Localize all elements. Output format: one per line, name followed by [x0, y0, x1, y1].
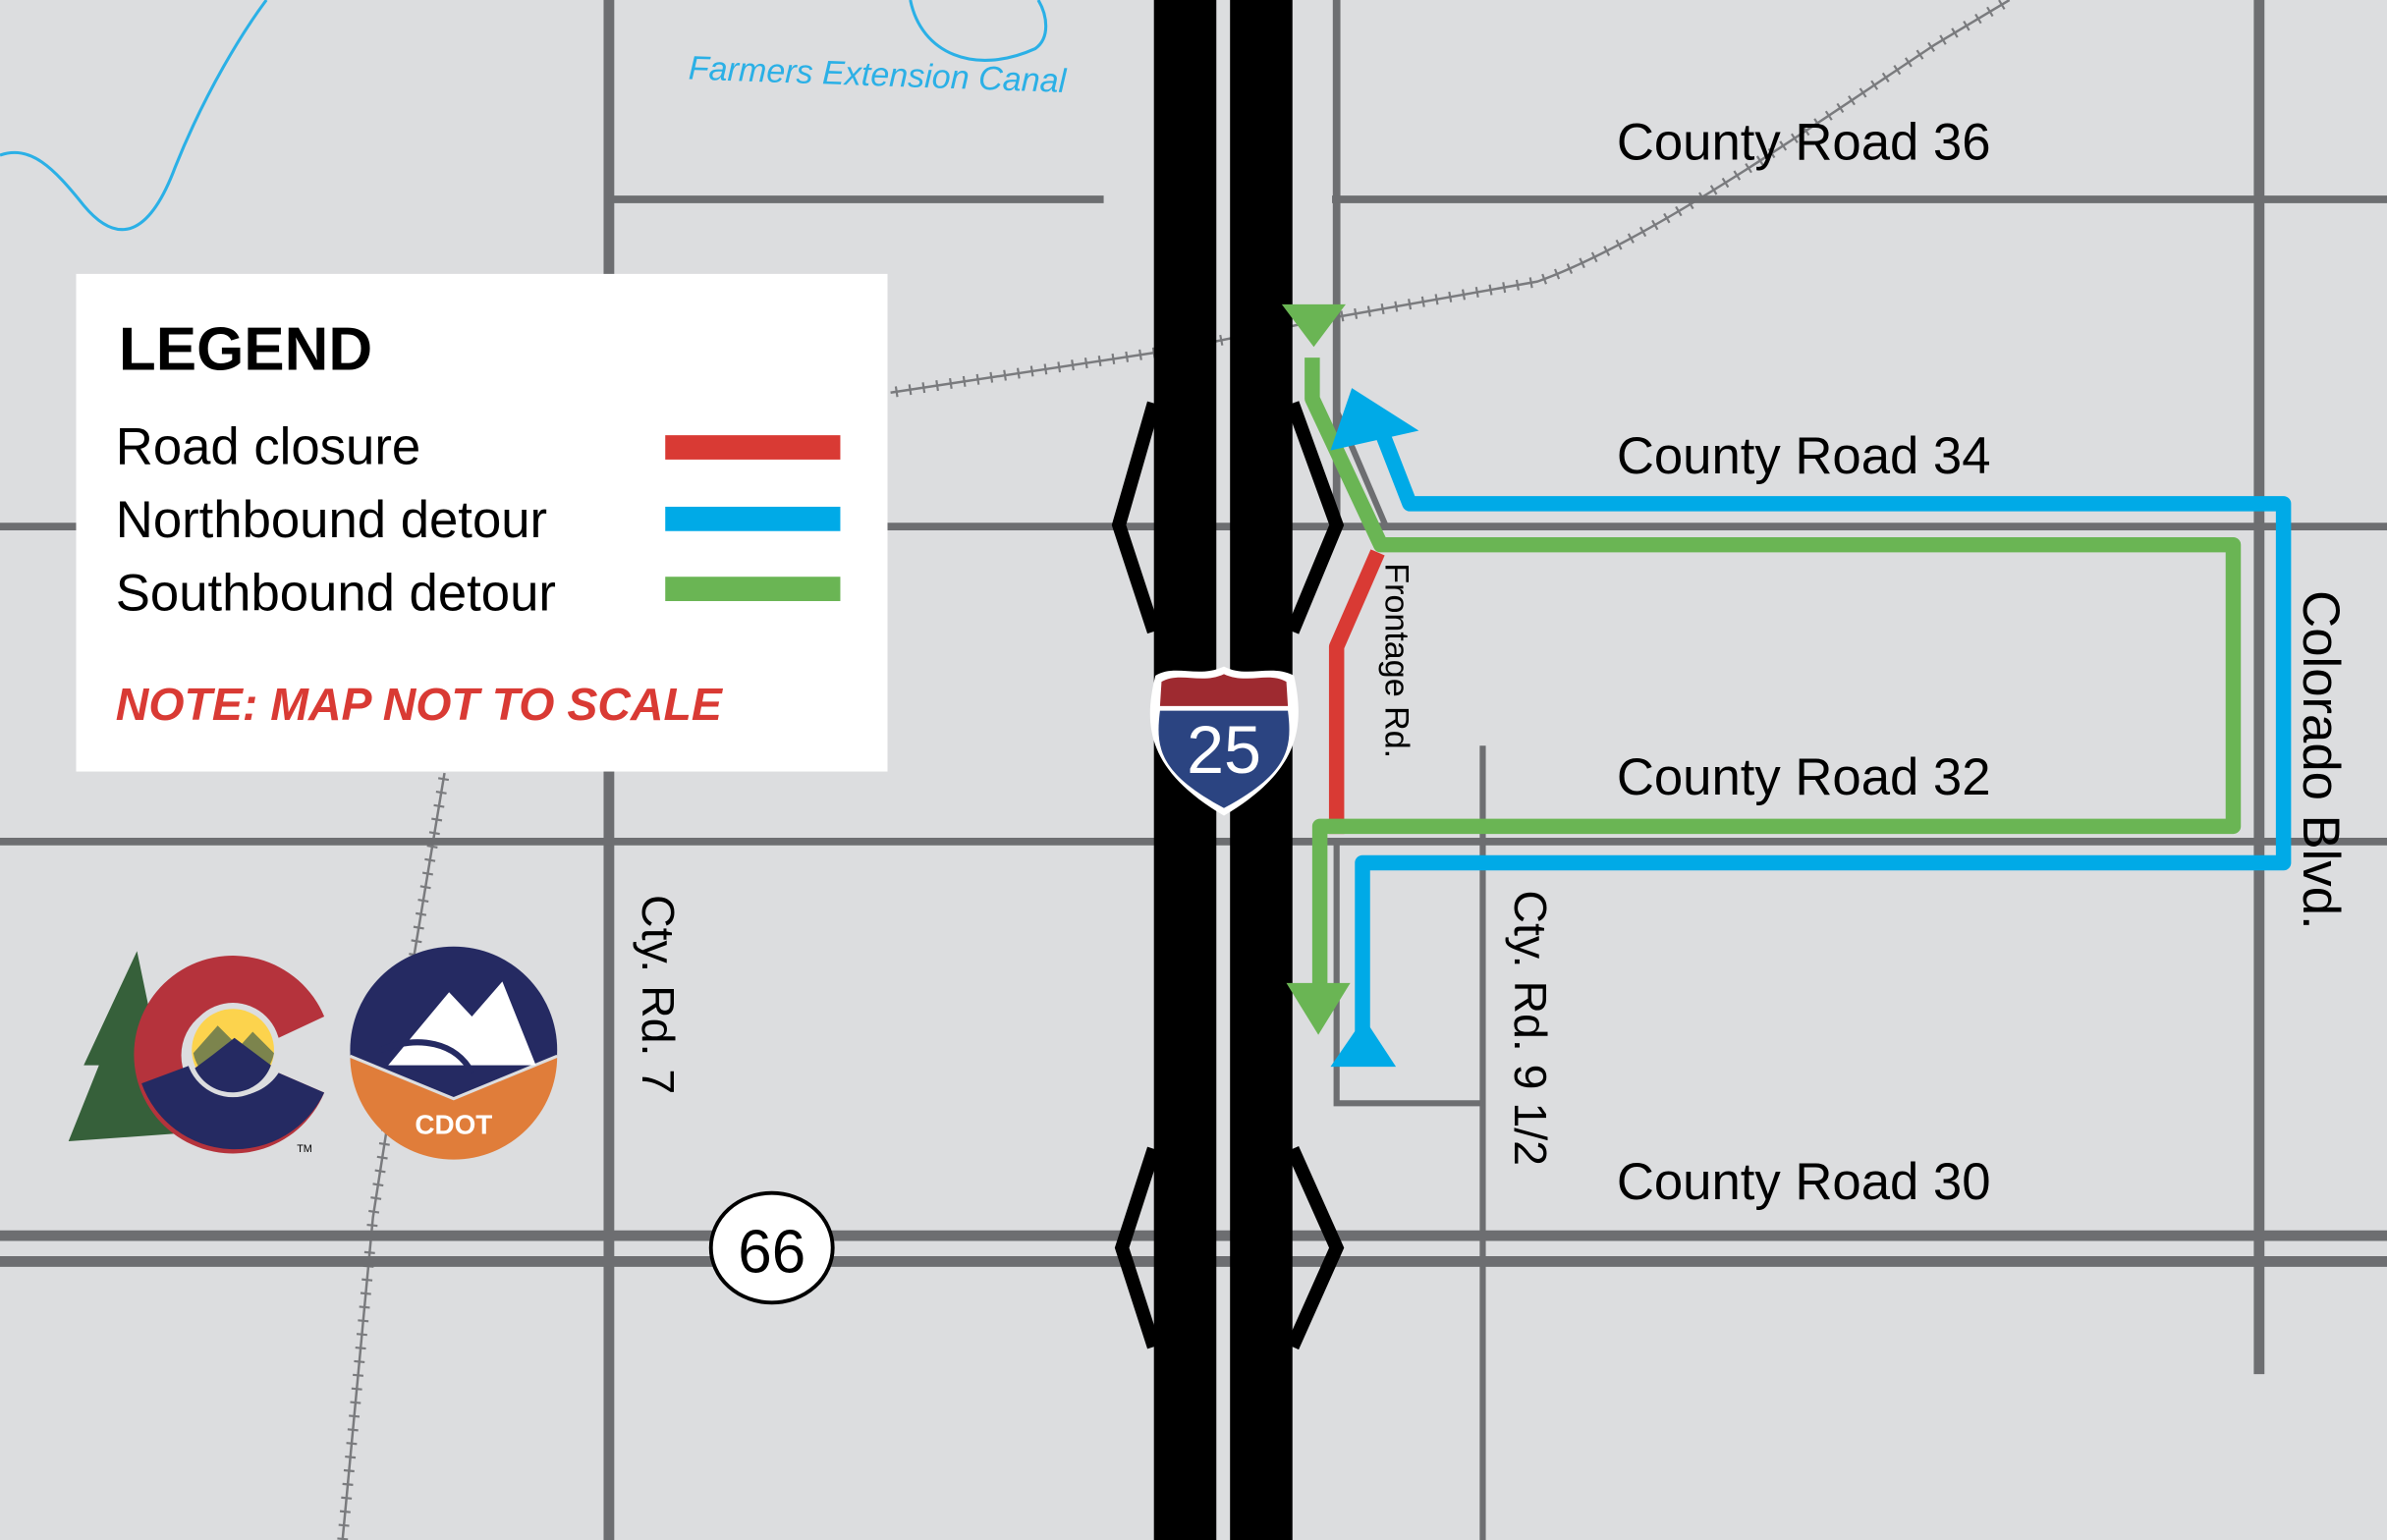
legend-swatch-green — [665, 577, 841, 602]
road-label-cr36: County Road 36 — [1617, 114, 1991, 172]
legend-item-northbound-detour: Northbound detour — [116, 491, 547, 549]
road-label-cr30: County Road 30 — [1617, 1153, 1991, 1211]
interstate-25-number: 25 — [1187, 713, 1261, 788]
legend-note: NOTE: MAP NOT TO SCALE — [116, 679, 724, 730]
legend-item-southbound-detour: Southbound detour — [116, 564, 556, 622]
road-label-frontage: Frontage Rd. — [1377, 563, 1415, 758]
state-highway-66-number: 66 — [738, 1218, 805, 1286]
trademark-label: TM — [297, 1143, 312, 1155]
legend-panel: LEGEND Road closure Northbound detour So… — [76, 273, 888, 772]
cdot-label: CDOT — [415, 1109, 492, 1139]
road-label-cty-rd-7: Cty. Rd. 7 — [633, 895, 684, 1094]
detour-map: Farmers Extension Canal County Road 36 C… — [0, 0, 2387, 1540]
road-label-colorado-blvd: Colorado Blvd. — [2292, 590, 2350, 929]
road-label-cr34: County Road 34 — [1617, 427, 1991, 485]
legend-item-road-closure: Road closure — [116, 418, 420, 476]
road-label-cr32: County Road 32 — [1617, 748, 1991, 806]
cdot-logo: CDOT — [349, 946, 558, 1160]
legend-swatch-blue — [665, 506, 841, 531]
legend-swatch-red — [665, 435, 841, 460]
legend-title: LEGEND — [119, 316, 372, 384]
road-label-cty-rd-9-5: Cty. Rd. 9 1/2 — [1505, 890, 1556, 1166]
state-highway-66-shield-icon: 66 — [708, 1190, 835, 1305]
